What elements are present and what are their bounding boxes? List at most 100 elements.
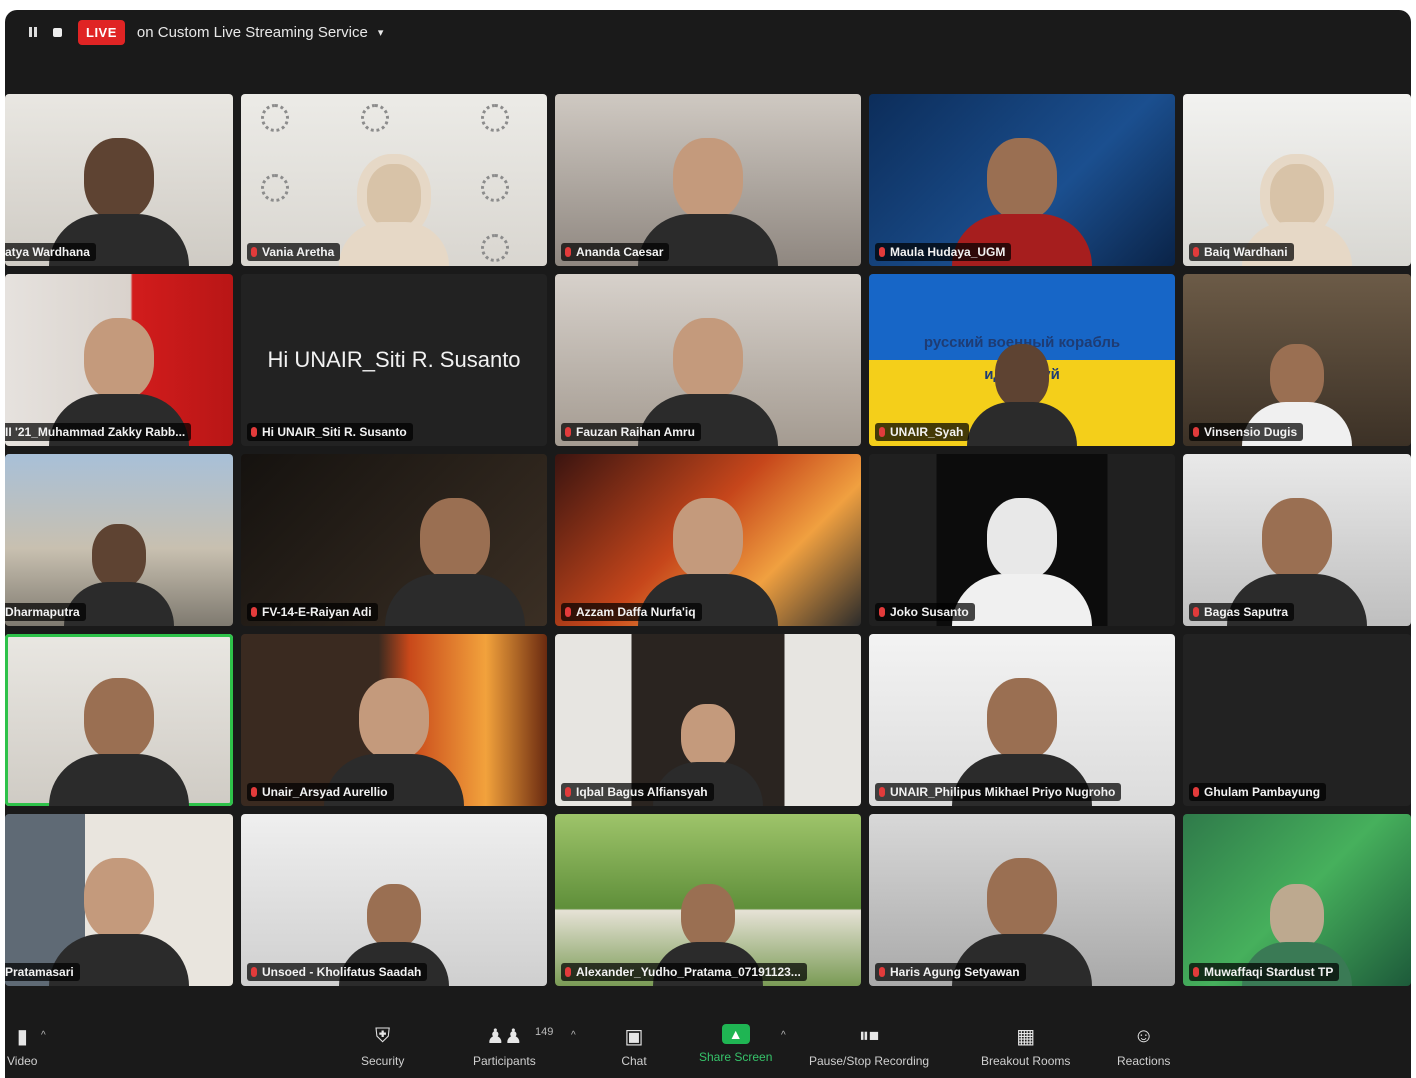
participant-name-tag: UNAIR_Syah [875,423,970,441]
participant-name: UNAIR_Syah [890,425,964,439]
video-tile[interactable]: Baiq Wardhani [1183,94,1411,266]
mic-muted-icon [251,787,257,797]
participant-name-tag: Muwaffaqi Stardust TP [1189,963,1340,981]
mic-muted-icon [879,967,885,977]
video-camera-icon: ▮ [16,1025,28,1048]
chevron-up-icon[interactable]: ^ [41,1030,46,1041]
stream-service-label[interactable]: on Custom Live Streaming Service [137,24,368,41]
participant-name-tag: II '21_Muhammad Zakky Rabb... [5,423,192,441]
participant-name-tag: Unair_Arsyad Aurellio [247,783,394,801]
participant-video [385,476,526,626]
video-tile[interactable]: atya Wardhana [5,94,233,266]
mic-muted-icon [1193,247,1199,257]
video-tile[interactable]: Joko Susanto [869,454,1175,626]
recording-status-bar: LIVE on Custom Live Streaming Service ▾ [5,10,1411,54]
chat-button[interactable]: ▣ Chat [619,1024,649,1069]
participant-name-tag: Dharmaputra [5,603,86,621]
video-tile[interactable]: Vinsensio Dugis [1183,274,1411,446]
stop-icon[interactable] [53,27,62,37]
video-tile[interactable]: Iqbal Bagus Alfiansyah [555,634,861,806]
shield-icon: ⛨ [375,1024,391,1047]
participant-name: Vinsensio Dugis [1204,425,1298,439]
video-tile[interactable]: Maula Hudaya_UGM [869,94,1175,266]
grid-squares-icon: ▦ [1016,1025,1036,1048]
participant-name-tag: Iqbal Bagus Alfiansyah [561,783,714,801]
pause-stop-icon: ⏸⏹ [859,1024,880,1047]
participant-name: Fauzan Raihan Amru [576,425,695,439]
video-tile[interactable]: Unair_Arsyad Aurellio [241,634,547,806]
speech-bubble-icon: ▣ [624,1025,644,1048]
participant-video [967,326,1077,446]
video-tile-active-speaker[interactable] [5,634,233,806]
video-tile[interactable]: UNAIR_Philipus Mikhael Priyo Nugroho [869,634,1175,806]
participant-name: Unair_Arsyad Aurellio [262,785,388,799]
reactions-button[interactable]: ☺ Reactions [1117,1024,1170,1069]
mic-muted-icon [565,787,571,797]
participant-name: FV-14-E-Raiyan Adi [262,605,372,619]
pause-icon[interactable] [29,27,39,37]
chevron-down-icon[interactable]: ▾ [378,26,384,39]
participant-name-tag: Maula Hudaya_UGM [875,243,1012,261]
participant-name: Ghulam Pambayung [1204,785,1321,799]
pause-stop-recording-button[interactable]: ⏸⏹ Pause/Stop Recording [809,1024,929,1069]
participant-name-tag: Ghulam Pambayung [1189,783,1327,801]
mic-muted-icon [565,607,571,617]
participant-name-tag: Hi UNAIR_Siti R. Susanto [247,423,413,441]
mic-muted-icon [1193,427,1199,437]
participant-name-tag: Vania Aretha [247,243,341,261]
participant-name: Muwaffaqi Stardust TP [1204,965,1334,979]
video-tile[interactable]: Muwaffaqi Stardust TP [1183,814,1411,986]
video-button[interactable]: ▮ Video [7,1024,37,1069]
live-badge: LIVE [78,19,125,45]
participant-name: Vania Aretha [262,245,335,259]
participant-name: Baiq Wardhani [1204,245,1288,259]
mic-muted-icon [1193,607,1199,617]
share-screen-button[interactable]: ▲ Share Screen [699,1024,772,1064]
video-tile[interactable]: русский военный корабль иди нахуй UNAIR_… [869,274,1175,446]
gallery-view: atya Wardhana Vania Aretha Ananda Caesar… [5,94,1411,994]
participant-name: Ananda Caesar [576,245,664,259]
participant-name: Maula Hudaya_UGM [890,245,1006,259]
participant-name-tag: Bagas Saputra [1189,603,1295,621]
participant-name: Joko Susanto [890,605,969,619]
video-tile[interactable]: Alexander_Yudho_Pratama_07191123... [555,814,861,986]
mic-muted-icon [251,967,257,977]
breakout-rooms-button[interactable]: ▦ Breakout Rooms [981,1024,1070,1069]
video-tile[interactable]: Azzam Daffa Nurfa'iq [555,454,861,626]
video-tile[interactable]: Pratamasari [5,814,233,986]
video-tile[interactable]: Bagas Saputra [1183,454,1411,626]
mic-muted-icon [879,247,885,257]
video-tile[interactable]: Hi UNAIR_Siti R. Susanto Hi UNAIR_Siti R… [241,274,547,446]
participant-name-tag: Alexander_Yudho_Pratama_07191123... [561,963,807,981]
participants-count: 149 [535,1026,554,1038]
chevron-up-icon[interactable]: ^ [571,1030,576,1041]
participant-name: Hi UNAIR_Siti R. Susanto [262,425,407,439]
smiley-icon: ☺ [1133,1024,1154,1047]
participant-name-tag: Unsoed - Kholifatus Saadah [247,963,428,981]
participant-name: UNAIR_Philipus Mikhael Priyo Nugroho [890,785,1116,799]
participant-name: Alexander_Yudho_Pratama_07191123... [576,965,801,979]
video-tile[interactable]: Ananda Caesar [555,94,861,266]
participants-button[interactable]: ♟♟ Participants [473,1024,536,1069]
mic-muted-icon [879,607,885,617]
chevron-up-icon[interactable]: ^ [781,1030,786,1041]
video-tile[interactable]: Ghulam Pambayung [1183,634,1411,806]
video-tile[interactable]: Vania Aretha [241,94,547,266]
video-tile[interactable]: Fauzan Raihan Amru [555,274,861,446]
video-tile[interactable]: Dharmaputra [5,454,233,626]
share-screen-icon: ▲ [721,1024,750,1044]
participant-name: Bagas Saputra [1204,605,1289,619]
video-tile[interactable]: Unsoed - Kholifatus Saadah [241,814,547,986]
participant-name-tag: Ananda Caesar [561,243,670,261]
video-tile[interactable]: FV-14-E-Raiyan Adi [241,454,547,626]
zoom-meeting-window: LIVE on Custom Live Streaming Service ▾ … [5,10,1411,1078]
mic-muted-icon [879,427,885,437]
video-tile[interactable]: Haris Agung Setyawan [869,814,1175,986]
participant-name-tag: Azzam Daffa Nurfa'iq [561,603,702,621]
security-button[interactable]: ⛨ Security [361,1024,404,1069]
participant-name-tag: FV-14-E-Raiyan Adi [247,603,378,621]
participant-name-tag: Fauzan Raihan Amru [561,423,701,441]
participant-name-tag: Baiq Wardhani [1189,243,1294,261]
participant-name: Pratamasari [5,965,74,979]
video-tile[interactable]: II '21_Muhammad Zakky Rabb... [5,274,233,446]
